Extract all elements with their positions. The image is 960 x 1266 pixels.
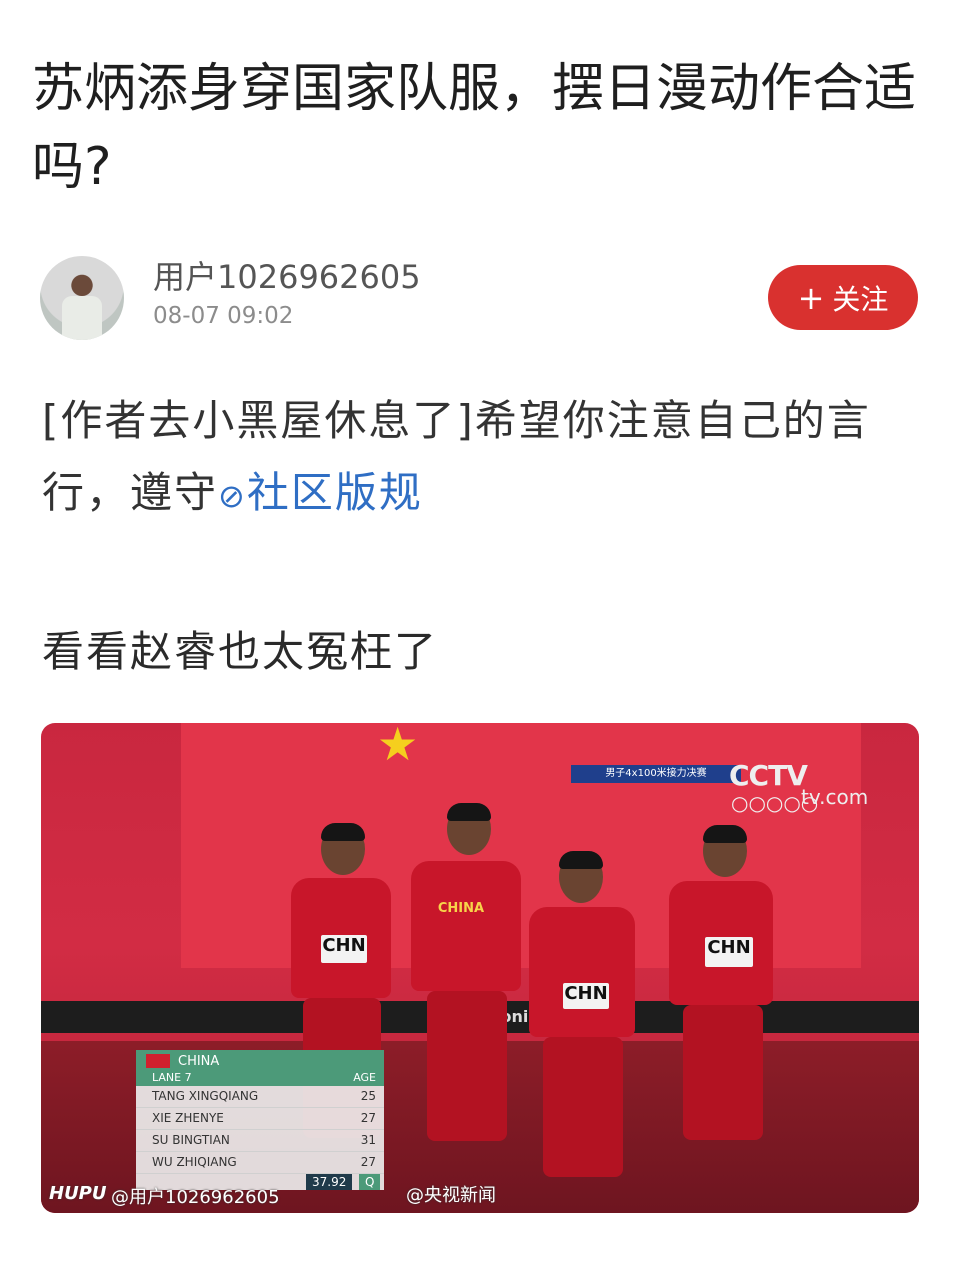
follow-button[interactable]: + 关注 [768, 265, 918, 330]
post-image[interactable]: ★ 男子4x100米接力决赛 CCTV ○○○○○ tv.com sonic C… [41, 723, 919, 1213]
flag-star-icon: ★ [377, 723, 419, 771]
qualifier-badge: Q [359, 1174, 381, 1190]
post-body: 看看赵睿也太冤枉了 [42, 627, 439, 676]
scoreboard-age-header: AGE [353, 1071, 376, 1084]
scoreboard-lane: LANE 7 [152, 1071, 192, 1084]
cctv-domain: tv.com [801, 785, 869, 809]
notice-text: [作者去小黑屋休息了]希望你注意自己的言行，遵守 [42, 396, 871, 517]
broadcast-banner: 男子4x100米接力决赛 [571, 765, 741, 783]
post-timestamp: 08-07 09:02 [153, 303, 294, 329]
follow-label: 关注 [832, 282, 889, 316]
username[interactable]: 用户1026962605 [153, 252, 421, 298]
moderation-notice: [作者去小黑屋休息了]希望你注意自己的言行，遵守⊘社区版规 [42, 385, 922, 532]
scoreboard-row: WU ZHIQIANG 27 [136, 1152, 384, 1174]
scoreboard-country: CHINA [178, 1054, 220, 1069]
scoreboard-row: TANG XINGQIANG 25 [136, 1086, 384, 1108]
avatar-jersey [62, 296, 102, 340]
china-flag-icon [146, 1054, 170, 1068]
results-scoreboard: CHINA LANE 7 AGE TANG XINGQIANG 25 XIE ZH… [136, 1050, 384, 1190]
post-title: 苏炳添身穿国家队服，摆日漫动作合适吗? [32, 59, 917, 197]
relay-time: 37.92 [306, 1174, 353, 1190]
plus-icon: + [797, 278, 825, 317]
community-rules-link[interactable]: 社区版规 [247, 468, 423, 517]
watermark-brand: HUPU [49, 1183, 107, 1204]
avatar[interactable] [40, 256, 124, 340]
watermark-source: @央视新闻 [406, 1185, 496, 1206]
link-icon: ⊘ [218, 477, 247, 515]
watermark-user: @用户1026962605 [111, 1187, 280, 1208]
scoreboard-row: XIE ZHENYE 27 [136, 1108, 384, 1130]
scoreboard-row: SU BINGTIAN 31 [136, 1130, 384, 1152]
cctv-logo: CCTV [729, 759, 808, 792]
